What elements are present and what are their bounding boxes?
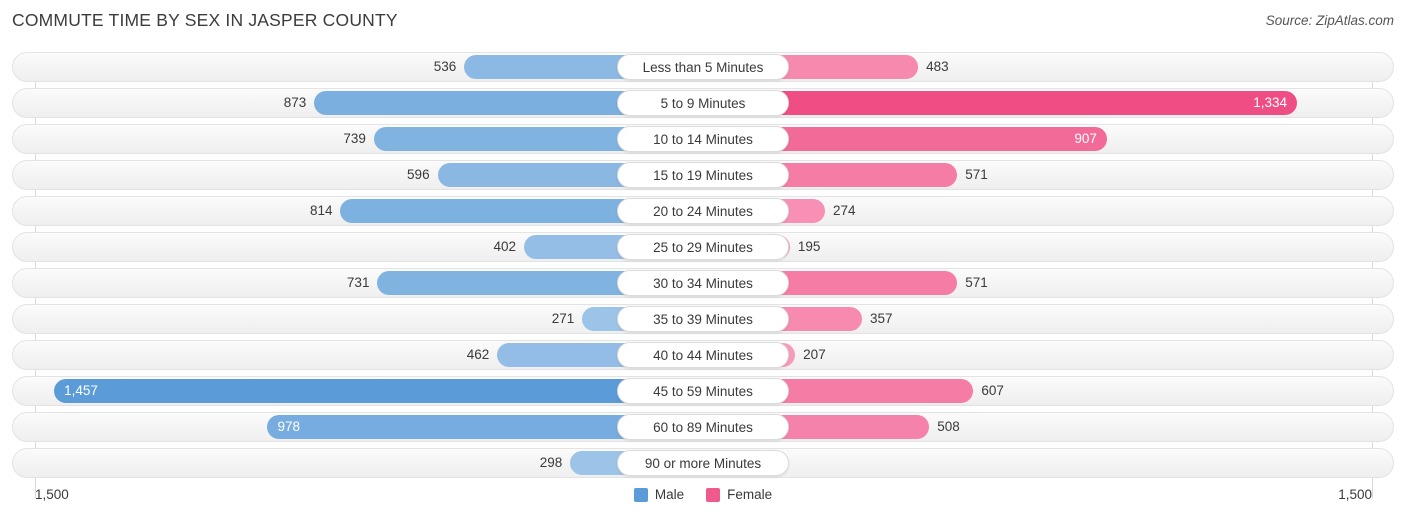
bar-value-female: 207 xyxy=(803,347,826,362)
bar-value-male: 536 xyxy=(433,59,457,74)
bar-value-female: 607 xyxy=(981,383,1004,398)
category-label: 30 to 34 Minutes xyxy=(617,270,789,296)
category-label: 15 to 19 Minutes xyxy=(617,162,789,188)
legend-label-male: Male xyxy=(654,487,685,502)
source-attribution: Source: ZipAtlas.com xyxy=(1265,13,1394,28)
bar-value-female: 1,334 xyxy=(1253,95,1288,110)
chart-row: 739 907 10 to 14 Minutes xyxy=(12,124,1394,154)
chart-row: 731 571 30 to 34 Minutes xyxy=(12,268,1394,298)
bar-value-female: 195 xyxy=(797,239,821,254)
category-label: Less than 5 Minutes xyxy=(617,54,789,80)
bar-value-female: 907 xyxy=(1074,131,1097,146)
legend-label-female: Female xyxy=(727,487,773,502)
bar-value-male: 978 xyxy=(277,419,300,434)
category-label: 25 to 29 Minutes xyxy=(617,234,789,260)
chart-row: 462 207 40 to 44 Minutes xyxy=(12,340,1394,370)
chart-row: 1,457 607 45 to 59 Minutes xyxy=(12,376,1394,406)
bar-value-male: 814 xyxy=(309,203,333,218)
legend-swatch-male-icon xyxy=(633,487,648,502)
category-label: 90 or more Minutes xyxy=(617,450,789,476)
chart-row: 271 357 35 to 39 Minutes xyxy=(12,304,1394,334)
bar-value-female: 571 xyxy=(965,275,988,290)
legend-item-male[interactable]: Male xyxy=(633,487,685,502)
bar-value-male: 739 xyxy=(343,131,366,146)
chart-header: COMMUTE TIME BY SEX IN JASPER COUNTY Sou… xyxy=(0,0,1406,46)
bar-value-female: 357 xyxy=(869,311,893,326)
chart-row: 402 195 25 to 29 Minutes xyxy=(12,232,1394,262)
bar-value-male: 298 xyxy=(539,455,563,470)
chart-footer: 1,500 1,500 Male Female xyxy=(12,487,1394,513)
bar-value-male: 731 xyxy=(346,275,370,290)
category-label: 60 to 89 Minutes xyxy=(617,414,789,440)
bar-value-male: 596 xyxy=(407,167,430,182)
chart-plot-area: 536 483 Less than 5 Minutes 873 1,334 5 to 9 … xyxy=(12,52,1394,498)
chart-row: 2984990 or more Minutes xyxy=(12,448,1394,478)
category-label: 5 to 9 Minutes xyxy=(617,90,789,116)
category-label: 20 to 24 Minutes xyxy=(617,198,789,224)
chart-row: 978 508 60 to 89 Minutes xyxy=(12,412,1394,442)
chart-row: 873 1,334 5 to 9 Minutes xyxy=(12,88,1394,118)
bar-value-male: 462 xyxy=(466,347,490,362)
bar-value-female: 274 xyxy=(833,203,856,218)
bar-female[interactable] xyxy=(703,91,1298,115)
page-title: COMMUTE TIME BY SEX IN JASPER COUNTY xyxy=(12,10,398,30)
legend-swatch-female-icon xyxy=(706,487,721,502)
chart-legend: Male Female xyxy=(12,487,1394,502)
category-label: 40 to 44 Minutes xyxy=(617,342,789,368)
legend-item-female[interactable]: Female xyxy=(706,487,772,502)
bar-value-female: 483 xyxy=(926,59,949,74)
bar-value-male: 271 xyxy=(551,311,575,326)
bar-value-female: 508 xyxy=(937,419,960,434)
bar-value-female: 571 xyxy=(965,167,988,182)
category-label: 45 to 59 Minutes xyxy=(617,378,789,404)
bar-value-male: 873 xyxy=(283,95,307,110)
chart-row: 596 571 15 to 19 Minutes xyxy=(12,160,1394,190)
bar-male[interactable] xyxy=(54,379,703,403)
bar-value-male: 402 xyxy=(493,239,516,254)
bar-value-male: 1,457 xyxy=(64,383,98,398)
chart-row: 536 483 Less than 5 Minutes xyxy=(12,52,1394,82)
category-label: 10 to 14 Minutes xyxy=(617,126,789,152)
chart-row: 814 274 20 to 24 Minutes xyxy=(12,196,1394,226)
category-label: 35 to 39 Minutes xyxy=(617,306,789,332)
